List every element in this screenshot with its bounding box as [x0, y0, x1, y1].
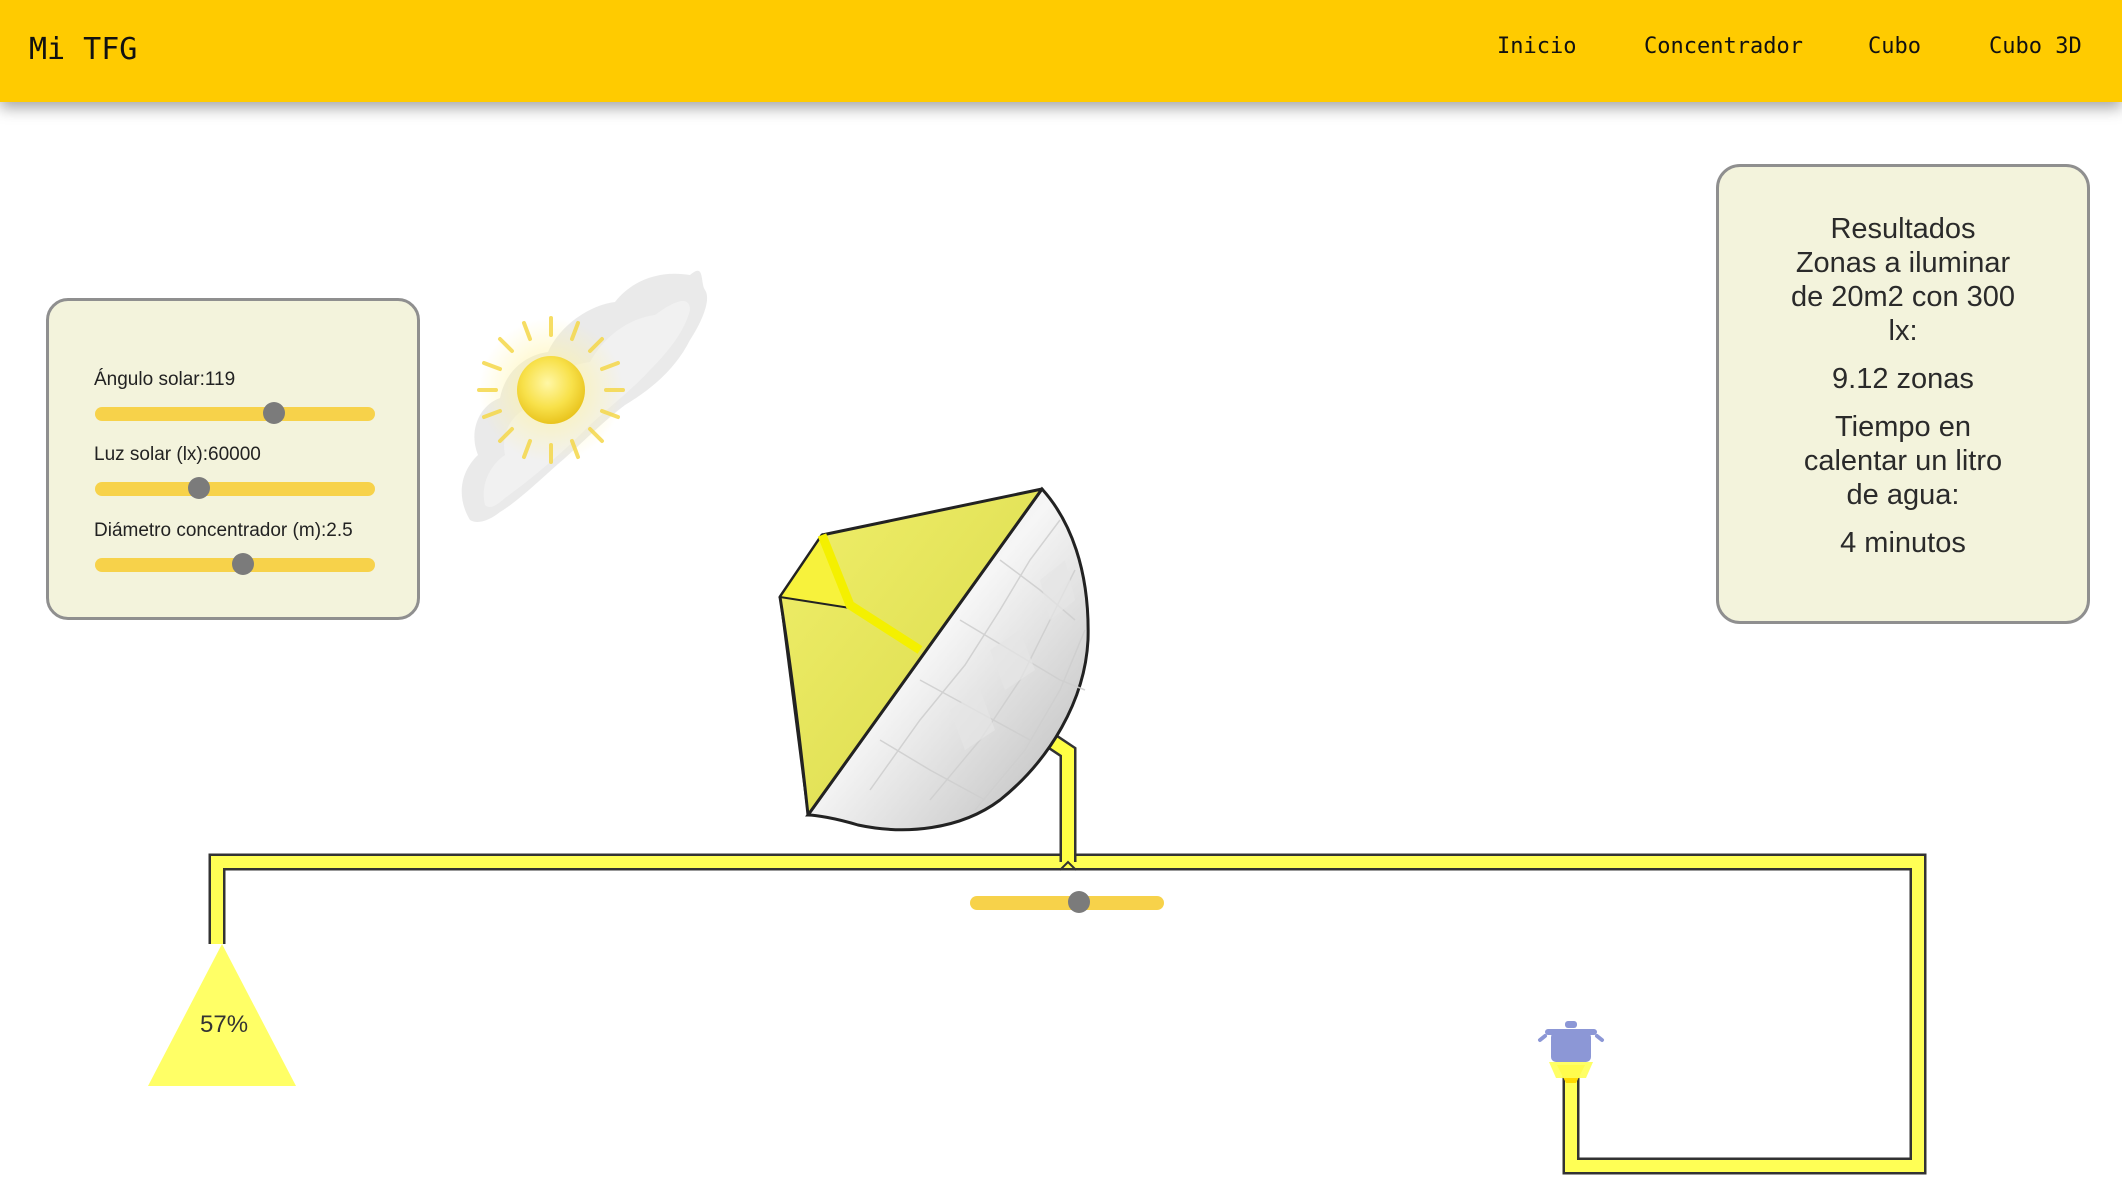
sun-angle-slider[interactable] — [95, 402, 375, 424]
diameter-slider[interactable] — [95, 553, 375, 575]
solar-light-label: Luz solar (lx):60000 — [94, 444, 261, 465]
lamp-percentage-label: 57% — [200, 1011, 249, 1038]
time-heading: Tiempo en calentar un litro de agua: — [1803, 411, 2003, 511]
zones-value: 9.12 zonas — [1832, 363, 1974, 395]
zones-heading: Zonas a iluminar de 20m2 con 300 lx: — [1790, 247, 2016, 347]
solar-concentrator — [778, 486, 1090, 832]
diameter-slider-knob[interactable] — [232, 553, 255, 575]
results-panel: Resultados Zonas a iluminar de 20m2 con … — [1716, 164, 2090, 624]
time-value: 4 minutos — [1840, 527, 1966, 559]
solar-light-slider-knob[interactable] — [187, 477, 210, 499]
solar-light-slider[interactable] — [95, 477, 375, 499]
cooking-pot-icon — [1538, 1021, 1604, 1083]
pipe-network — [208, 732, 1927, 1175]
diameter-label: Diámetro concentrador (m):2.5 — [94, 520, 353, 541]
nav-link-inicio[interactable]: Inicio — [1497, 34, 1576, 59]
top-navbar: Mi TFG Inicio Concentrador Cubo Cubo 3D — [0, 0, 2122, 102]
sun-icon — [477, 316, 625, 464]
nav-link-cubo[interactable]: Cubo — [1868, 34, 1921, 59]
sun-angle-label: Ángulo solar:119 — [94, 369, 236, 390]
nav-link-cubo-3d[interactable]: Cubo 3D — [1989, 34, 2082, 59]
brand-title[interactable]: Mi TFG — [29, 32, 137, 67]
nav-link-concentrador[interactable]: Concentrador — [1644, 34, 1803, 59]
results-title: Resultados — [1830, 213, 1976, 245]
sun-angle-slider-knob[interactable] — [263, 402, 286, 424]
controls-panel: Ángulo solar:119 Luz solar (lx):60000 Di… — [46, 298, 420, 620]
flow-split-slider-knob[interactable] — [1067, 891, 1090, 913]
flow-split-slider[interactable] — [970, 891, 1164, 913]
